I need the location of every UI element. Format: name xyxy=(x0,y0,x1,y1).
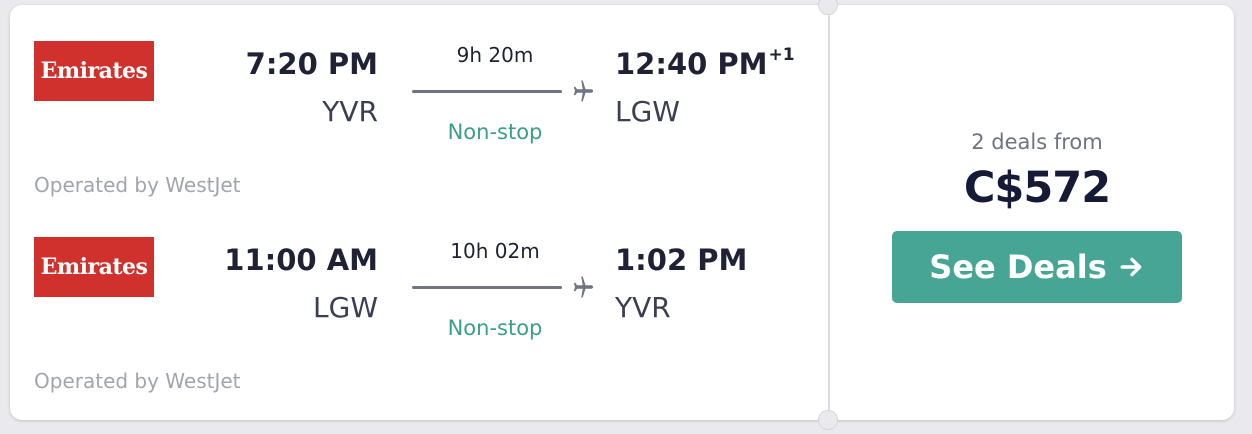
stops-label: Non-stop xyxy=(447,120,543,144)
arrival-time: 12:40 PM+1 xyxy=(615,45,795,81)
airline-logo: Emirates xyxy=(34,237,154,297)
airline-logo-text: Emirates xyxy=(40,254,148,280)
stops-label: Non-stop xyxy=(447,316,543,340)
departure-time: 7:20 PM xyxy=(245,47,378,81)
departure-airport: LGW xyxy=(313,291,378,324)
see-deals-button[interactable]: See Deals xyxy=(892,231,1182,303)
outbound-leg: Emirates 7:20 PM YVR 9h 20m Non-stop 12:… xyxy=(10,5,828,201)
arrival-time: 1:02 PM xyxy=(615,243,748,277)
arrival-time-text: 12:40 PM xyxy=(615,47,768,81)
airline-logo-text: Emirates xyxy=(40,58,148,84)
flight-duration: 9h 20m xyxy=(456,43,534,67)
arrival-airport: LGW xyxy=(615,95,680,128)
arrival-airport: YVR xyxy=(615,291,671,324)
airplane-icon xyxy=(573,80,594,102)
airplane-icon xyxy=(573,276,594,298)
see-deals-label: See Deals xyxy=(929,248,1107,286)
day-offset: +1 xyxy=(768,45,795,65)
airline-logo: Emirates xyxy=(34,41,154,101)
departure-time: 11:00 AM xyxy=(224,243,378,277)
deals-count-label: 2 deals from xyxy=(971,130,1103,154)
operated-by-label: Operated by WestJet xyxy=(34,369,241,393)
flight-result-card[interactable]: Emirates 7:20 PM YVR 9h 20m Non-stop 12:… xyxy=(10,0,1234,430)
departure-airport: YVR xyxy=(322,95,378,128)
return-leg: Emirates 11:00 AM LGW 10h 02m Non-stop 1… xyxy=(10,201,828,397)
flight-duration: 10h 02m xyxy=(450,239,540,263)
arrow-right-icon xyxy=(1120,257,1142,277)
route-line xyxy=(412,286,562,289)
operated-by-label: Operated by WestJet xyxy=(34,173,241,197)
route-line xyxy=(412,90,562,93)
ticket-notch-bottom xyxy=(818,410,838,430)
price-value: C$572 xyxy=(963,163,1111,213)
